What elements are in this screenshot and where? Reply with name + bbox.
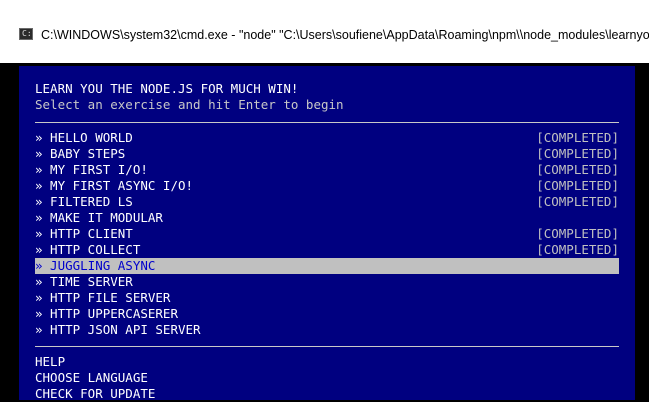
menu-item-label: » HTTP FILE SERVER [35, 290, 171, 305]
menu-item-label: » MAKE IT MODULAR [35, 210, 163, 225]
footer-item-help[interactable]: HELP [35, 354, 619, 370]
menu-item[interactable]: » HTTP CLIENT [COMPLETED] [35, 226, 619, 242]
terminal-screen: LEARN YOU THE NODE.JS FOR MUCH WIN! Sele… [19, 66, 635, 401]
menu-item[interactable]: » BABY STEPS [COMPLETED] [35, 146, 619, 162]
menu-item-label: » FILTERED LS [35, 194, 133, 209]
header-title: LEARN YOU THE NODE.JS FOR MUCH WIN! [35, 81, 299, 96]
footer-item-choose-language[interactable]: CHOOSE LANGUAGE [35, 370, 619, 386]
divider-bottom [35, 346, 619, 347]
menu-item-label: » HTTP UPPERCASERER [35, 306, 178, 321]
menu-item-label: » MY FIRST I/O! [35, 162, 148, 177]
completed-status: [COMPLETED] [536, 178, 619, 193]
menu-item[interactable]: » HTTP JSON API SERVER [35, 322, 619, 338]
menu-item[interactable]: » HTTP COLLECT [COMPLETED] [35, 242, 619, 258]
menu-item-label: » HELLO WORLD [35, 130, 133, 145]
menu-item[interactable]: » MY FIRST I/O! [COMPLETED] [35, 162, 619, 178]
completed-status: [COMPLETED] [536, 194, 619, 209]
menu-item[interactable]: » JUGGLING ASYNC [35, 258, 619, 274]
menu-item-label: » JUGGLING ASYNC [35, 258, 156, 273]
window-title: C:\WINDOWS\system32\cmd.exe - "node" "C:… [41, 28, 649, 42]
completed-status: [COMPLETED] [536, 242, 619, 257]
menu-item-label: » HTTP JSON API SERVER [35, 322, 201, 337]
window-title-bar[interactable]: C: C:\WINDOWS\system32\cmd.exe - "node" … [0, 0, 649, 63]
menu-item[interactable]: » HTTP FILE SERVER [35, 290, 619, 306]
menu-item-label: » HTTP COLLECT [35, 242, 141, 257]
completed-status: [COMPLETED] [536, 226, 619, 241]
menu-item[interactable]: » MAKE IT MODULAR [35, 210, 619, 226]
menu-item[interactable]: » MY FIRST ASYNC I/O! [COMPLETED] [35, 178, 619, 194]
menu-item[interactable]: » HELLO WORLD [COMPLETED] [35, 130, 619, 146]
menu-item-label: » BABY STEPS [35, 146, 126, 161]
menu-item-label: » MY FIRST ASYNC I/O! [35, 178, 194, 193]
header-subtitle: Select an exercise and hit Enter to begi… [35, 97, 344, 112]
divider-top [35, 122, 619, 123]
window-left-edge [0, 63, 19, 400]
menu-item[interactable]: » FILTERED LS [COMPLETED] [35, 194, 619, 210]
menu-item-label: » HTTP CLIENT [35, 226, 133, 241]
menu-item-label: » TIME SERVER [35, 274, 133, 289]
completed-status: [COMPLETED] [536, 130, 619, 145]
completed-status: [COMPLETED] [536, 162, 619, 177]
cmd-app-icon: C: [19, 28, 33, 40]
menu-item[interactable]: » TIME SERVER [35, 274, 619, 290]
completed-status: [COMPLETED] [536, 146, 619, 161]
menu-item[interactable]: » HTTP UPPERCASERER [35, 306, 619, 322]
